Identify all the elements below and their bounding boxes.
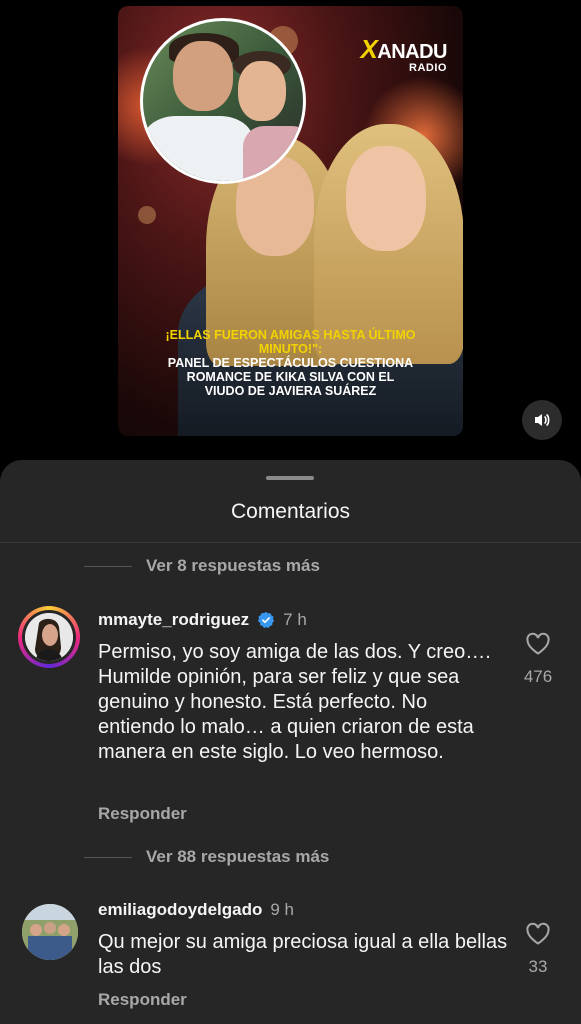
username-text: mmayte_rodriguez	[98, 610, 250, 629]
reply-button[interactable]: Responder	[98, 990, 187, 1010]
heart-icon[interactable]	[525, 922, 551, 946]
like-control: 476	[518, 632, 558, 687]
comment-username[interactable]: emiliagodoydelgado 9 h	[98, 900, 294, 920]
comments-sheet: Comentarios Ver 8 respuestas más mmayte_…	[0, 460, 581, 1024]
headline-text: PANEL DE ESPECTÁCULOS CUESTIONA ROMANCE …	[167, 356, 414, 398]
avatar[interactable]	[22, 904, 78, 960]
avatar[interactable]	[18, 606, 80, 668]
verified-badge-icon	[258, 611, 275, 629]
thread-line	[84, 856, 132, 858]
comment-username[interactable]: mmayte_rodriguez 7 h	[98, 610, 307, 630]
view-more-replies-label: Ver 88 respuestas más	[146, 847, 330, 866]
post-image[interactable]: XANADU RADIO ¡ELLAS FUERON AMIGAS HASTA …	[118, 6, 463, 436]
brand-logo: XANADU RADIO	[360, 34, 447, 74]
view-more-replies-button[interactable]: Ver 8 respuestas más	[84, 556, 320, 576]
inset-photo-couple	[140, 18, 306, 184]
like-count: 476	[523, 667, 553, 686]
comment-text: Qu mejor su amiga preciosa igual a ella …	[98, 931, 508, 978]
photo-woman-right-face	[346, 146, 426, 251]
view-more-replies-button[interactable]: Ver 88 respuestas más	[84, 847, 329, 867]
heart-icon[interactable]	[525, 632, 551, 656]
speaker-icon	[535, 414, 550, 426]
headline-highlight: ¡ELLAS FUERON AMIGAS HASTA ÚLTIMO MINUTO…	[165, 328, 416, 356]
sheet-title: Comentarios	[230, 500, 351, 523]
comment-time: 9 h	[270, 900, 294, 919]
reply-button[interactable]: Responder	[98, 804, 187, 824]
mute-button[interactable]	[522, 400, 562, 440]
post-headline: ¡ELLAS FUERON AMIGAS HASTA ÚLTIMO MINUTO…	[118, 328, 463, 398]
comment-text: Permiso, yo soy amiga de las dos. Y creo…	[98, 641, 491, 763]
view-more-replies-label: Ver 8 respuestas más	[146, 556, 320, 575]
username-text: emiliagodoydelgado	[98, 900, 263, 919]
reel-area: XANADU RADIO ¡ELLAS FUERON AMIGAS HASTA …	[0, 0, 581, 470]
like-count: 33	[528, 957, 548, 976]
divider	[0, 542, 581, 543]
drag-handle[interactable]	[266, 476, 314, 480]
bokeh-light	[138, 206, 156, 224]
thread-line	[84, 565, 132, 567]
like-control: 33	[518, 922, 558, 977]
comment-time: 7 h	[283, 610, 307, 629]
